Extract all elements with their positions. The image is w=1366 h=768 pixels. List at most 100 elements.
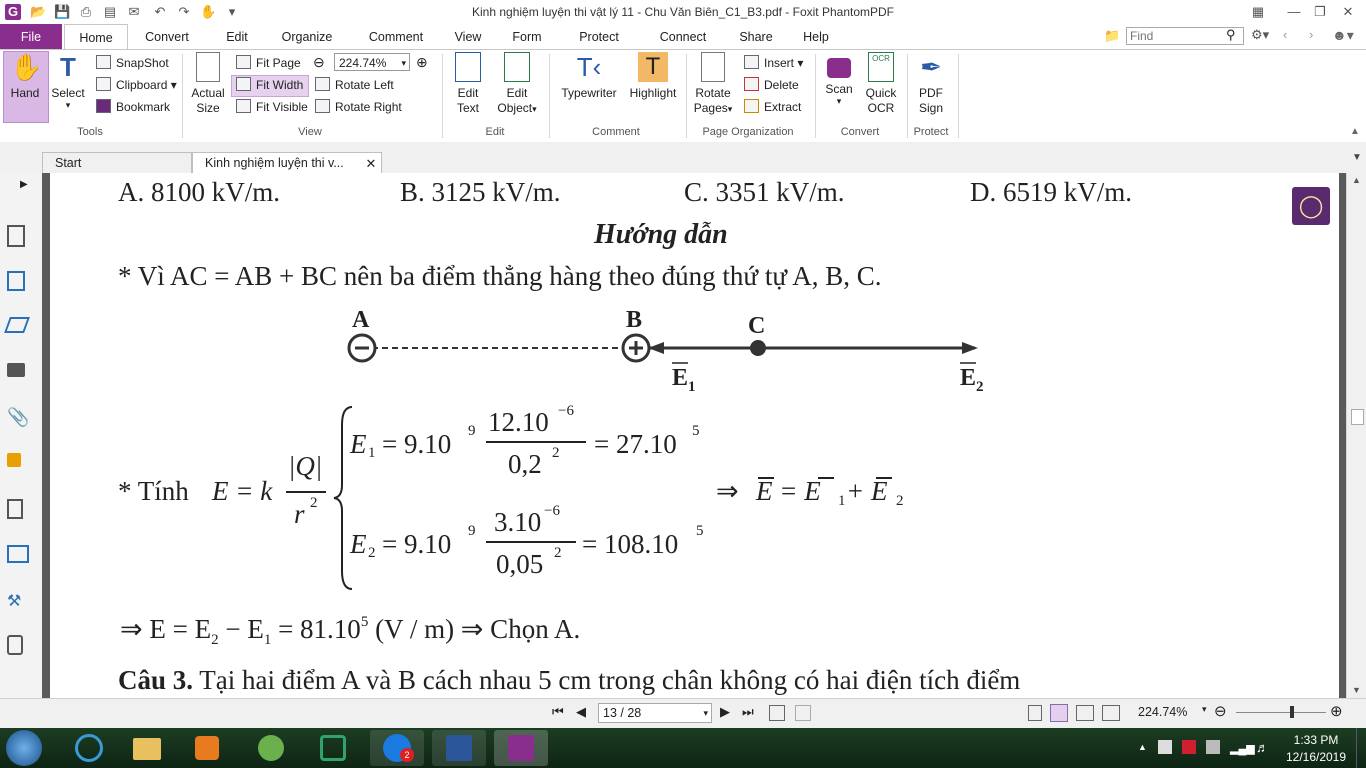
fit-page-button[interactable]: Fit Page	[236, 54, 301, 72]
delete-button[interactable]: Delete	[744, 76, 799, 94]
page-number-input[interactable]: 13 / 28 ▾	[598, 703, 712, 723]
insert-button[interactable]: Insert ▾	[744, 54, 803, 72]
hand-tool-qa-icon[interactable]: ✋	[200, 4, 216, 20]
rotate-pages-button[interactable]: Rotate Pages▾	[690, 52, 736, 117]
clock-date[interactable]: 12/16/2019	[1280, 750, 1352, 764]
actual-size-button[interactable]: Actual Size	[187, 52, 229, 116]
open-folder-icon[interactable]: 📂	[30, 4, 46, 20]
edit-object-button[interactable]: Edit Object▾	[492, 52, 542, 117]
taskbar-media-icon[interactable]	[180, 730, 234, 766]
rotate-left-button[interactable]: Rotate Left	[315, 76, 394, 94]
continuous-page-icon[interactable]	[1050, 704, 1068, 722]
pages-panel-icon[interactable]	[7, 271, 25, 291]
close-tab-icon[interactable]: ✕	[361, 153, 381, 174]
taskbar-ie-icon[interactable]	[62, 730, 116, 766]
undo-icon[interactable]: ↶	[152, 4, 168, 20]
zoom-menu-icon[interactable]: ▾	[1202, 704, 1207, 715]
minimize-icon[interactable]: —	[1286, 4, 1302, 20]
save-icon[interactable]: 💾	[54, 4, 70, 20]
tab-list-icon[interactable]: ▼	[1352, 152, 1362, 163]
tab-edit[interactable]: Edit	[212, 24, 262, 49]
restore-icon[interactable]: ❐	[1312, 4, 1328, 20]
taskbar-zalo-icon[interactable]: 2	[370, 730, 424, 766]
layers-panel-icon[interactable]	[4, 317, 30, 333]
close-icon[interactable]: ✕	[1340, 4, 1356, 20]
tab-view[interactable]: View	[446, 24, 490, 49]
search-icon[interactable]: ⚲	[1226, 27, 1236, 43]
bookmarks-panel-icon[interactable]	[7, 225, 25, 247]
attachments-panel-icon[interactable]: 📎	[7, 407, 29, 429]
zoom-select[interactable]: 224.74% ▾	[334, 53, 410, 71]
rotate-right-button[interactable]: Rotate Right	[315, 98, 402, 116]
hand-button[interactable]: ✋ Hand	[3, 52, 47, 101]
taskbar-coccoc-icon[interactable]	[244, 730, 298, 766]
go-back-view-icon[interactable]	[769, 705, 785, 721]
tray-antivirus-icon[interactable]	[1182, 740, 1196, 754]
clipboard-button[interactable]: Clipboard ▾	[96, 76, 177, 94]
next-page-icon[interactable]: ▶	[720, 704, 730, 720]
user-account-icon[interactable]: ☻▾	[1332, 27, 1354, 44]
forward-nav-icon[interactable]: ›	[1309, 27, 1313, 42]
tray-expand-icon[interactable]: ▲	[1138, 742, 1147, 752]
security-lock-icon[interactable]	[7, 453, 21, 467]
tab-connect[interactable]: Connect	[654, 24, 712, 49]
tab-start[interactable]: Start	[42, 152, 192, 174]
single-page-icon[interactable]	[1028, 705, 1042, 721]
highlight-button[interactable]: T Highlight	[626, 52, 680, 101]
continuous-facing-icon[interactable]	[1102, 705, 1120, 721]
content-panel-icon[interactable]	[7, 545, 29, 563]
snapshot-button[interactable]: SnapShot	[96, 54, 169, 72]
properties-panel-icon[interactable]	[7, 635, 23, 655]
tray-volume-icon[interactable]: ♬	[1256, 740, 1269, 755]
tab-current-document[interactable]: Kinh nghiệm luyện thi v... ✕	[192, 152, 382, 174]
quick-ocr-button[interactable]: OCR Quick OCR	[861, 52, 901, 116]
previous-page-icon[interactable]: ◀	[576, 704, 586, 720]
tab-convert[interactable]: Convert	[134, 24, 200, 49]
tab-organize[interactable]: Organize	[272, 24, 342, 49]
tools-wrench-icon[interactable]: ⚒	[7, 591, 29, 613]
signatures-panel-icon[interactable]	[7, 499, 23, 519]
tab-home[interactable]: Home	[64, 24, 128, 51]
go-forward-view-icon[interactable]	[795, 705, 811, 721]
start-button[interactable]	[6, 730, 42, 766]
last-page-icon[interactable]: ⏭	[742, 704, 754, 720]
bookmark-button[interactable]: Bookmark	[96, 98, 170, 116]
collapse-ribbon-icon[interactable]: ▲	[1350, 126, 1360, 137]
taskbar-foxit-icon[interactable]	[494, 730, 548, 766]
scan-button[interactable]: Scan ▾	[820, 52, 858, 106]
fit-width-button[interactable]: Fit Width	[236, 76, 303, 94]
print-icon[interactable]: ⎙	[78, 4, 94, 20]
taskbar-explorer-icon[interactable]	[120, 730, 174, 766]
status-zoom[interactable]: 224.74%	[1138, 705, 1187, 719]
typewriter-button[interactable]: T‹ Typewriter	[556, 52, 622, 101]
redo-icon[interactable]: ↷	[176, 4, 192, 20]
document-viewport[interactable]: A. 8100 kV/m. B. 3125 kV/m. C. 3351 kV/m…	[42, 173, 1346, 698]
facing-page-icon[interactable]	[1076, 705, 1094, 721]
tab-file[interactable]: File	[0, 24, 62, 49]
tray-signal-icon[interactable]: ▂▄▆	[1230, 742, 1255, 755]
tab-form[interactable]: Form	[504, 24, 550, 49]
back-nav-icon[interactable]: ‹	[1283, 27, 1287, 42]
properties-icon[interactable]: ▤	[102, 4, 118, 20]
customize-qa-icon[interactable]: ▾	[224, 4, 240, 20]
settings-gear-icon[interactable]: ⚙▾	[1251, 27, 1269, 43]
select-button[interactable]: T Select ▾	[48, 52, 88, 110]
show-desktop-button[interactable]	[1356, 728, 1366, 768]
status-zoom-out-icon[interactable]: ⊖	[1214, 702, 1227, 720]
tab-comment[interactable]: Comment	[360, 24, 432, 49]
tray-network-icon[interactable]	[1158, 740, 1172, 754]
scroll-down-icon[interactable]: ▼	[1352, 685, 1361, 695]
clock-time[interactable]: 1:33 PM	[1284, 733, 1348, 747]
search-folder-icon[interactable]: 📁	[1104, 28, 1120, 44]
taskbar-app-icon[interactable]	[306, 730, 360, 766]
tab-protect[interactable]: Protect	[572, 24, 626, 49]
tip-lightbulb-icon[interactable]: ◯	[1292, 187, 1330, 225]
tray-app-icon[interactable]	[1206, 740, 1220, 754]
zoom-slider-thumb[interactable]	[1290, 706, 1294, 718]
expand-panel-icon[interactable]: ▶	[20, 179, 28, 190]
tab-help[interactable]: Help	[798, 24, 834, 49]
tab-share[interactable]: Share	[734, 24, 778, 49]
pdf-sign-button[interactable]: ✒ PDF Sign	[911, 52, 951, 116]
scroll-thumb[interactable]	[1351, 409, 1364, 425]
fit-visible-button[interactable]: Fit Visible	[236, 98, 308, 116]
